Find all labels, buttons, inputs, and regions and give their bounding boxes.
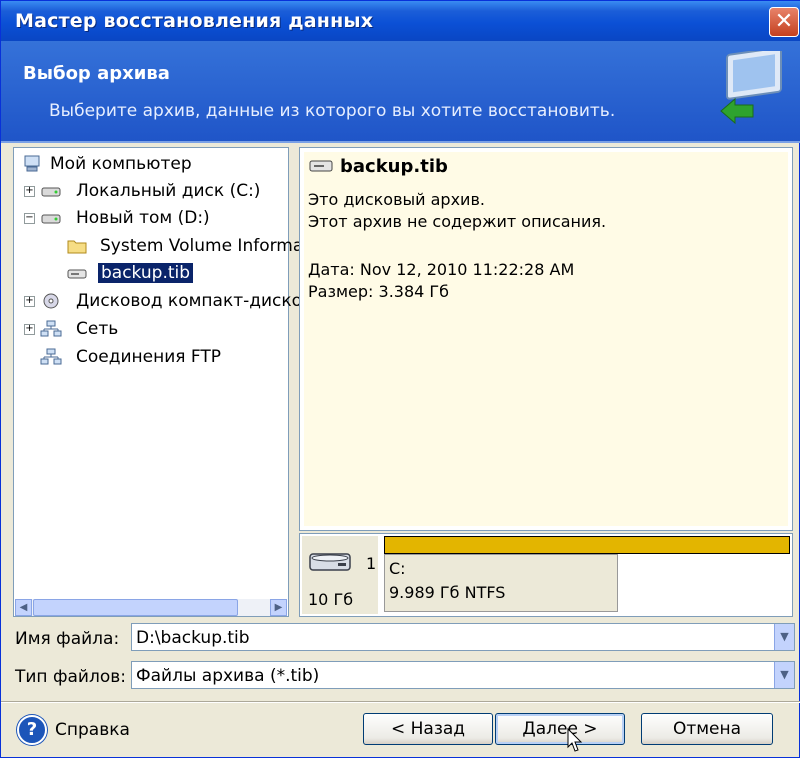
- tree-item-label: Сеть: [76, 319, 119, 339]
- disk-size: 10 Гб: [308, 590, 354, 609]
- scroll-left-arrow-icon[interactable]: ◀: [15, 599, 32, 616]
- cd-drive-icon: [43, 293, 59, 309]
- tree-item-system-volume-information[interactable]: System Volume Informa: [20, 234, 303, 258]
- tree-item-backup-tib[interactable]: backup.tib: [20, 261, 280, 285]
- tree-item-label: Дисковод компакт-диско: [76, 291, 303, 311]
- banner-subheading: Выберите архив, данные из которого вы хо…: [49, 101, 616, 121]
- chevron-down-icon[interactable]: ▼: [774, 624, 794, 650]
- hard-disk-icon: [309, 553, 351, 571]
- disk-number: 1: [366, 554, 377, 573]
- tree-item-network[interactable]: + Сеть: [20, 317, 280, 341]
- archive-icon: [309, 160, 333, 172]
- next-button[interactable]: Далее >: [495, 713, 625, 745]
- expand-toggle[interactable]: +: [24, 324, 35, 335]
- tree-item-label: System Volume Informa: [100, 236, 304, 256]
- scroll-right-arrow-icon[interactable]: ▶: [270, 599, 287, 616]
- wizard-banner: Выбор архива Выберите архив, данные из к…: [1, 41, 800, 143]
- archive-icon: [67, 269, 87, 279]
- cancel-button[interactable]: Отмена: [641, 713, 773, 745]
- filetype-value: Файлы архива (*.tib): [136, 666, 320, 686]
- archive-info-content: backup.tib Это дисковый архив. Этот архи…: [304, 152, 788, 526]
- archive-name: backup.tib: [340, 156, 448, 177]
- filetype-label: Тип файлов:: [15, 667, 126, 687]
- tree-item-local-disk-c[interactable]: + Локальный диск (C:): [20, 179, 280, 203]
- partition-name: C:: [389, 559, 406, 578]
- my-computer-icon: [24, 155, 40, 172]
- disk-layout-panel: 1 10 Гб C: 9.989 Гб NTFS: [299, 533, 793, 617]
- network-icon: [40, 320, 62, 337]
- hard-drive-icon: [41, 187, 61, 197]
- restore-wizard-icon: [720, 51, 782, 125]
- archive-size: Размер: 3.384 Гб: [308, 282, 450, 301]
- expand-toggle[interactable]: +: [24, 186, 35, 197]
- folder-tree[interactable]: Мой компьютер + Локальный диск (C:) − Но…: [13, 147, 303, 617]
- tree-horizontal-scrollbar[interactable]: ◀ ▶: [15, 599, 287, 616]
- disk-summary: 1 10 Гб: [302, 536, 378, 614]
- banner-heading: Выбор архива: [23, 63, 170, 84]
- filetype-combobox[interactable]: Файлы архива (*.tib) ▼: [131, 661, 795, 689]
- tree-item-label: Соединения FTP: [76, 347, 222, 367]
- mouse-cursor-icon: [567, 728, 583, 752]
- tree-item-my-computer[interactable]: Мой компьютер: [20, 152, 280, 176]
- help-icon[interactable]: ?: [17, 715, 47, 745]
- restore-wizard-window: Мастер восстановления данных ✕ Выбор арх…: [0, 0, 800, 758]
- collapse-toggle[interactable]: −: [24, 213, 35, 224]
- tree-item-new-volume-d[interactable]: − Новый том (D:): [20, 206, 280, 230]
- archive-description-text: Этот архив не содержит описания.: [308, 212, 607, 231]
- expand-toggle[interactable]: +: [24, 296, 35, 307]
- back-button[interactable]: < Назад: [363, 713, 493, 745]
- tree-item-label: Локальный диск (C:): [76, 181, 261, 201]
- chevron-down-icon[interactable]: ▼: [774, 662, 794, 688]
- folder-icon: [67, 240, 87, 254]
- close-button[interactable]: ✕: [769, 7, 799, 37]
- filename-label: Имя файла:: [15, 629, 120, 649]
- tree-item-cd-drive[interactable]: + Дисковод компакт-диско: [20, 289, 302, 313]
- partition-c[interactable]: C: 9.989 Гб NTFS: [384, 554, 618, 612]
- tree-item-ftp-connections[interactable]: Соединения FTP: [20, 345, 280, 369]
- archive-date: Дата: Nov 12, 2010 11:22:28 AM: [308, 260, 575, 279]
- tree-item-label: Мой компьютер: [50, 154, 192, 174]
- partition-info: 9.989 Гб NTFS: [389, 583, 506, 602]
- title-bar: Мастер восстановления данных ✕: [1, 1, 800, 41]
- filename-combobox[interactable]: D:\backup.tib ▼: [131, 623, 795, 651]
- filename-value: D:\backup.tib: [136, 628, 250, 648]
- ftp-icon: [40, 348, 62, 365]
- archive-type-text: Это дисковый архив.: [308, 190, 485, 209]
- archive-info-panel: backup.tib Это дисковый архив. Этот архи…: [299, 147, 793, 531]
- footer-divider: [1, 701, 800, 703]
- hard-drive-icon: [41, 214, 61, 224]
- help-label[interactable]: Справка: [55, 720, 130, 740]
- window-title: Мастер восстановления данных: [15, 10, 374, 32]
- partition-usage-bar: [384, 536, 790, 554]
- tree-item-label: backup.tib: [98, 263, 194, 283]
- tree-item-label: Новый том (D:): [76, 208, 210, 228]
- scrollbar-thumb[interactable]: [33, 599, 238, 616]
